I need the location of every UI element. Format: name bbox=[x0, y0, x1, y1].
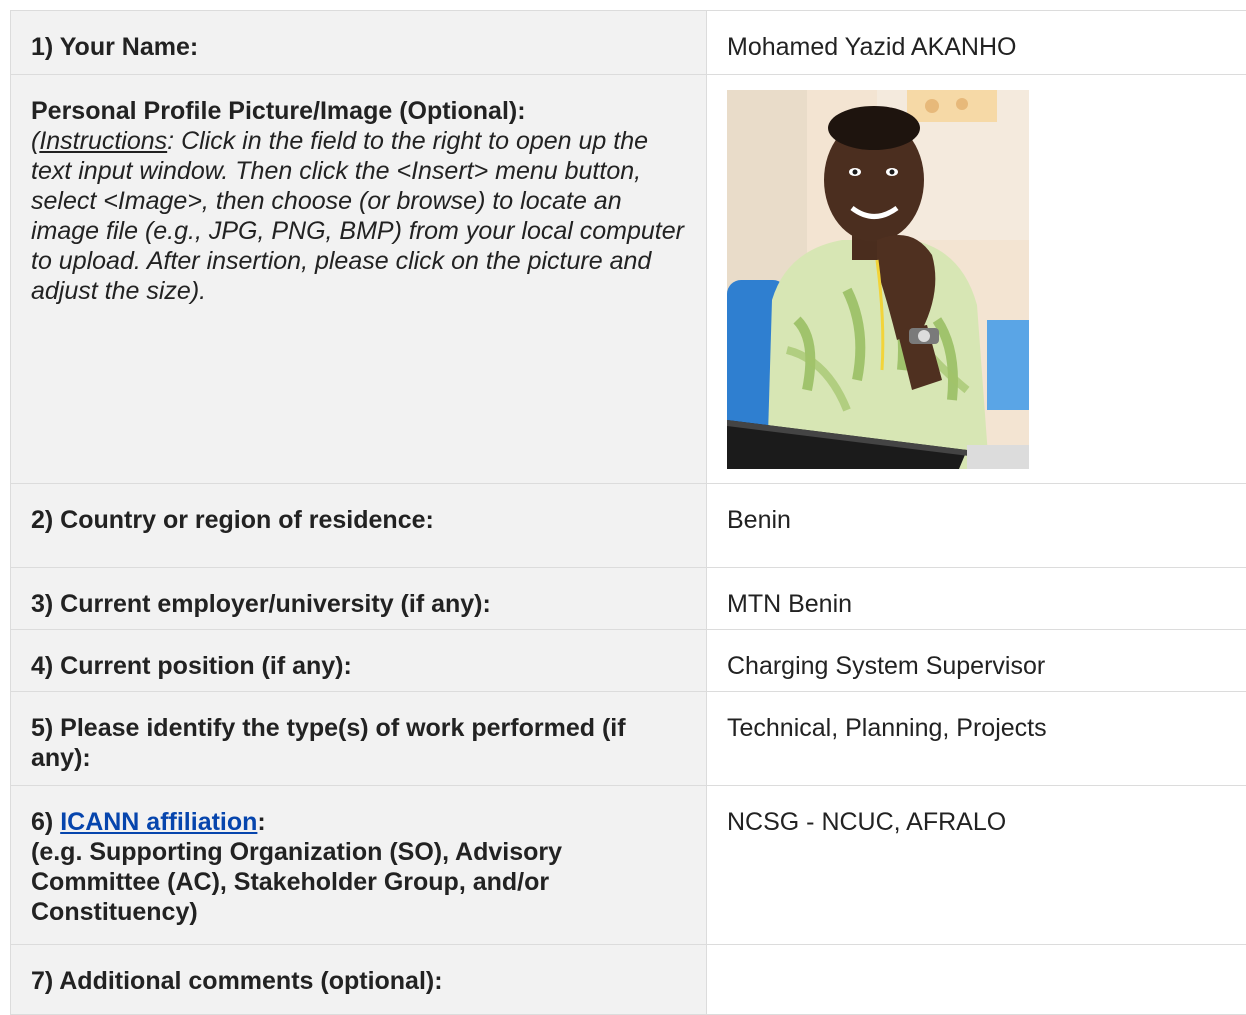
country-value: Benin bbox=[727, 506, 791, 534]
row-comments: 7) Additional comments (optional): bbox=[11, 945, 1246, 1015]
name-value-cell[interactable]: Mohamed Yazid AKANHO bbox=[707, 11, 1246, 75]
picture-instructions: (Instructions: Click in the field to the… bbox=[31, 126, 686, 306]
comments-label-cell: 7) Additional comments (optional): bbox=[11, 945, 707, 1015]
affiliation-value-cell[interactable]: NCSG - NCUC, AFRALO bbox=[707, 786, 1246, 945]
position-label-cell: 4) Current position (if any): bbox=[11, 630, 707, 692]
affiliation-label-cell: 6) ICANN affiliation: (e.g. Supporting O… bbox=[11, 786, 707, 945]
employer-label: 3) Current employer/university (if any): bbox=[31, 590, 491, 618]
affiliation-value: NCSG - NCUC, AFRALO bbox=[727, 808, 1006, 836]
comments-label: 7) Additional comments (optional): bbox=[31, 967, 443, 995]
position-value: Charging System Supervisor bbox=[727, 652, 1045, 680]
employer-label-cell: 3) Current employer/university (if any): bbox=[11, 568, 707, 630]
row-employer: 3) Current employer/university (if any):… bbox=[11, 568, 1246, 630]
row-position: 4) Current position (if any): Charging S… bbox=[11, 630, 1246, 692]
employer-value-cell[interactable]: MTN Benin bbox=[707, 568, 1246, 630]
icann-affiliation-link[interactable]: ICANN affiliation bbox=[60, 808, 257, 836]
country-label: 2) Country or region of residence: bbox=[31, 506, 434, 534]
affiliation-detail: (e.g. Supporting Organization (SO), Advi… bbox=[31, 837, 686, 927]
profile-photo bbox=[727, 90, 1029, 469]
comments-value-cell[interactable] bbox=[707, 945, 1246, 1015]
row-affiliation: 6) ICANN affiliation: (e.g. Supporting O… bbox=[11, 786, 1246, 945]
row-picture: Personal Profile Picture/Image (Optional… bbox=[11, 75, 1246, 484]
work-type-label-cell: 5) Please identify the type(s) of work p… bbox=[11, 692, 707, 786]
work-type-value: Technical, Planning, Projects bbox=[727, 714, 1047, 742]
picture-label: Personal Profile Picture/Image (Optional… bbox=[31, 96, 686, 126]
position-value-cell[interactable]: Charging System Supervisor bbox=[707, 630, 1246, 692]
work-type-value-cell[interactable]: Technical, Planning, Projects bbox=[707, 692, 1246, 786]
picture-label-cell: Personal Profile Picture/Image (Optional… bbox=[11, 75, 707, 484]
country-value-cell[interactable]: Benin bbox=[707, 484, 1246, 568]
position-label: 4) Current position (if any): bbox=[31, 652, 352, 680]
employer-value: MTN Benin bbox=[727, 590, 852, 618]
row-country: 2) Country or region of residence: Benin bbox=[11, 484, 1246, 568]
name-label: 1) Your Name: bbox=[31, 33, 198, 61]
profile-form-table: 1) Your Name: Mohamed Yazid AKANHO Perso… bbox=[10, 10, 1246, 1015]
work-type-label: 5) Please identify the type(s) of work p… bbox=[31, 714, 626, 772]
row-name: 1) Your Name: Mohamed Yazid AKANHO bbox=[11, 11, 1246, 75]
row-work-type: 5) Please identify the type(s) of work p… bbox=[11, 692, 1246, 786]
country-label-cell: 2) Country or region of residence: bbox=[11, 484, 707, 568]
affiliation-prefix: 6) bbox=[31, 808, 60, 836]
picture-value-cell[interactable] bbox=[707, 75, 1246, 484]
affiliation-label: 6) ICANN affiliation: bbox=[31, 807, 686, 837]
affiliation-suffix: : bbox=[257, 808, 265, 836]
name-label-cell: 1) Your Name: bbox=[11, 11, 707, 75]
instructions-word: Instructions bbox=[39, 127, 167, 155]
name-value: Mohamed Yazid AKANHO bbox=[727, 33, 1017, 61]
